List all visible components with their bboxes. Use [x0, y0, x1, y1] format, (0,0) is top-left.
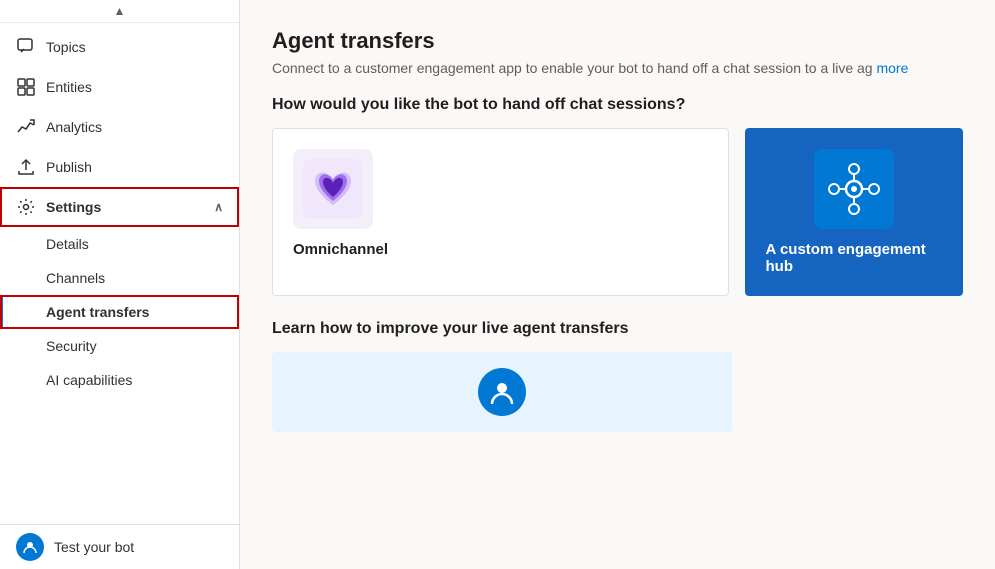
omnichannel-logo: [293, 149, 373, 229]
sidebar-subitem-channels[interactable]: Channels: [0, 261, 239, 295]
sidebar-subitem-ai-capabilities[interactable]: AI capabilities: [0, 363, 239, 397]
omnichannel-card-label: Omnichannel: [293, 241, 388, 258]
test-your-bot-button[interactable]: Test your bot: [0, 524, 239, 569]
omnichannel-card[interactable]: Omnichannel: [272, 128, 729, 296]
sidebar-item-topics-label: Topics: [46, 39, 86, 55]
sidebar-item-publish[interactable]: Publish: [0, 147, 239, 187]
sidebar-subitem-agent-transfers-label: Agent transfers: [46, 304, 149, 320]
analytics-icon: [16, 117, 36, 137]
sidebar-subitem-security[interactable]: Security: [0, 329, 239, 363]
grid-icon: [16, 77, 36, 97]
settings-icon: [16, 197, 36, 217]
test-your-bot-label: Test your bot: [54, 539, 134, 555]
sidebar-subitem-agent-transfers[interactable]: Agent transfers: [0, 295, 239, 329]
sidebar-item-analytics-label: Analytics: [46, 119, 102, 135]
sidebar-subitem-details[interactable]: Details: [0, 227, 239, 261]
section2-title: Learn how to improve your live agent tra…: [272, 320, 963, 338]
sidebar-item-settings-label: Settings: [46, 199, 101, 215]
custom-hub-card[interactable]: A custom engagement hub: [745, 128, 964, 296]
page-description: Connect to a customer engagement app to …: [272, 60, 963, 76]
scroll-up-indicator: ▲: [0, 0, 239, 23]
publish-icon: [16, 157, 36, 177]
sidebar-item-analytics[interactable]: Analytics: [0, 107, 239, 147]
sidebar: ▲ Topics Entities: [0, 0, 240, 569]
learn-card[interactable]: [272, 352, 732, 432]
sidebar-item-publish-label: Publish: [46, 159, 92, 175]
chevron-up-icon: ∧: [214, 200, 223, 214]
page-desc-text: Connect to a customer engagement app to …: [272, 60, 873, 76]
engagement-cards-row: Omnichannel: [272, 128, 963, 296]
main-content: Agent transfers Connect to a customer en…: [240, 0, 995, 569]
bot-avatar-icon: [16, 533, 44, 561]
sidebar-subitem-ai-capabilities-label: AI capabilities: [46, 372, 132, 388]
sidebar-subitem-security-label: Security: [46, 338, 97, 354]
sidebar-item-topics[interactable]: Topics: [0, 27, 239, 67]
sidebar-item-entities-label: Entities: [46, 79, 92, 95]
sidebar-item-settings[interactable]: Settings ∧: [0, 187, 239, 227]
section1-title: How would you like the bot to hand off c…: [272, 96, 963, 114]
page-desc-more-link[interactable]: more: [876, 60, 908, 76]
sidebar-subitem-details-label: Details: [46, 236, 89, 252]
speech-bubble-icon: [16, 37, 36, 57]
learn-card-avatar-icon: [478, 368, 526, 416]
page-title: Agent transfers: [272, 28, 963, 54]
sidebar-subitem-channels-label: Channels: [46, 270, 105, 286]
sidebar-item-entities[interactable]: Entities: [0, 67, 239, 107]
custom-hub-card-label: A custom engagement hub: [766, 241, 943, 275]
sidebar-nav: Topics Entities Analytics: [0, 23, 239, 524]
custom-hub-logo: [814, 149, 894, 229]
